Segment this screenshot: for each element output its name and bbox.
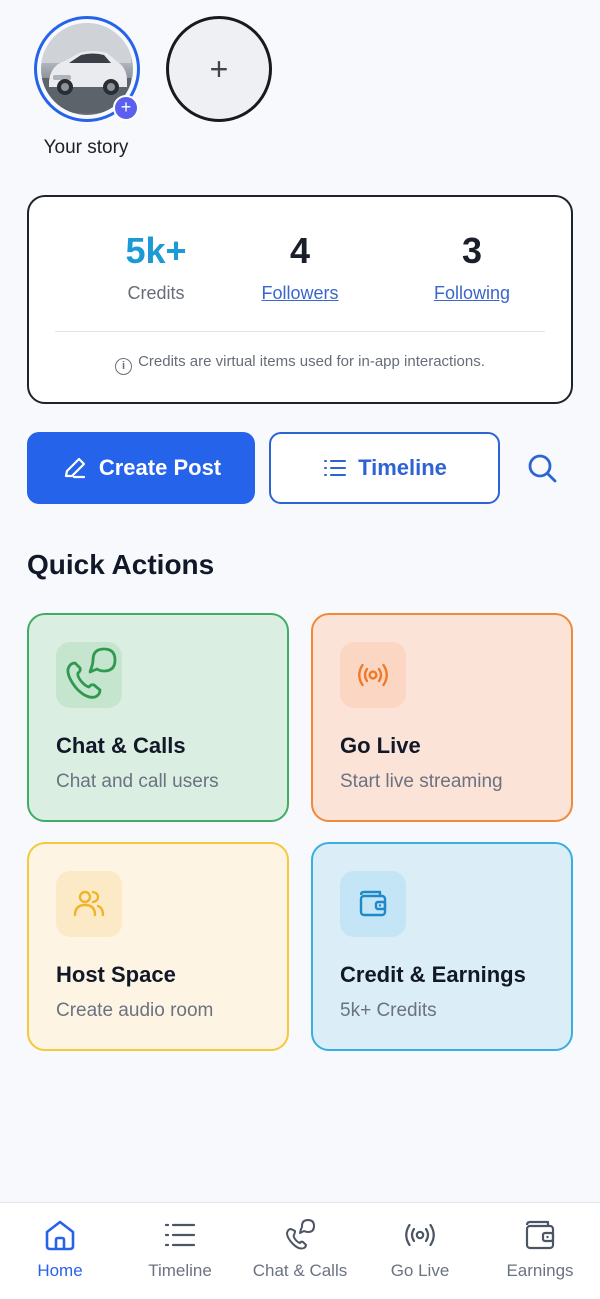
quick-action-go-live[interactable]: Go Live Start live streaming <box>311 613 573 822</box>
wallet-icon <box>525 1220 555 1250</box>
quick-action-credit-earnings[interactable]: Credit & Earnings 5k+ Credits <box>311 842 573 1051</box>
quick-action-subtitle: 5k+ Credits <box>340 1000 437 1021</box>
quick-action-title: Host Space <box>56 962 176 987</box>
users-icon-tile <box>56 871 122 937</box>
quick-action-subtitle: Create audio room <box>56 1000 214 1021</box>
broadcast-icon-tile <box>340 642 406 708</box>
stat-following: 3 Following <box>387 227 557 304</box>
credits-info-note: i Credits are virtual items used for in-a… <box>29 353 571 375</box>
wallet-icon <box>359 890 387 917</box>
followers-link[interactable]: Followers <box>215 283 385 304</box>
list-icon <box>324 460 347 476</box>
followers-value: 4 <box>289 230 311 271</box>
profile-stats-card: 5k+ Credits 4 Followers 3 Following i Cre… <box>27 195 573 404</box>
info-icon: i <box>115 358 133 375</box>
add-story-badge[interactable]: + <box>113 95 139 121</box>
broadcast-icon <box>358 663 388 687</box>
list-icon <box>164 1223 196 1247</box>
quick-action-subtitle: Start live streaming <box>340 771 503 792</box>
wallet-icon-tile <box>340 871 406 937</box>
quick-action-chat-calls[interactable]: Chat & Calls Chat and call users <box>27 613 289 822</box>
search-icon <box>528 454 557 483</box>
search-button[interactable] <box>524 450 560 486</box>
divider <box>55 331 545 332</box>
following-link[interactable]: Following <box>387 283 557 304</box>
plus-icon: + <box>209 50 229 87</box>
chat-call-icon <box>66 647 117 699</box>
home-icon <box>45 1220 75 1251</box>
quick-actions-title: Quick Actions <box>27 549 215 580</box>
quick-action-title: Credit & Earnings <box>340 962 526 987</box>
broadcast-icon <box>405 1223 435 1247</box>
nav-chat-calls-label: Chat & Calls <box>252 1261 348 1280</box>
users-icon <box>73 890 105 917</box>
nav-timeline[interactable]: Timeline <box>120 1217 240 1281</box>
quick-action-host-space[interactable]: Host Space Create audio room <box>27 842 289 1051</box>
create-post-button[interactable]: Create Post <box>27 432 255 504</box>
credits-info-text: Credits are virtual items used for in-ap… <box>138 353 485 370</box>
create-post-label: Create Post <box>98 455 222 480</box>
following-value: 3 <box>461 230 483 271</box>
chat-call-icon <box>286 1219 315 1250</box>
nav-earnings[interactable]: Earnings <box>480 1217 600 1281</box>
timeline-button[interactable]: Timeline <box>269 432 500 504</box>
pencil-icon <box>64 457 85 479</box>
nav-timeline-label: Timeline <box>148 1261 212 1280</box>
nav-home[interactable]: Home <box>0 1217 120 1281</box>
stories-row: + + Your story <box>0 0 600 175</box>
nav-home-label: Home <box>37 1261 83 1280</box>
new-story-button[interactable]: + <box>166 16 272 122</box>
nav-chat-calls[interactable]: Chat & Calls <box>240 1217 360 1281</box>
stat-followers: 4 Followers <box>215 227 385 304</box>
own-story-avatar[interactable]: + <box>34 16 140 122</box>
timeline-label: Timeline <box>358 455 447 480</box>
quick-action-subtitle: Chat and call users <box>56 771 219 792</box>
bottom-navigation: Home Timeline Chat & Calls Go Live Earni… <box>0 1202 600 1299</box>
quick-action-title: Chat & Calls <box>56 733 186 758</box>
nav-go-live[interactable]: Go Live <box>360 1217 480 1281</box>
nav-earnings-label: Earnings <box>506 1261 574 1280</box>
chat-call-icon-tile <box>56 642 122 708</box>
quick-action-title: Go Live <box>340 733 421 758</box>
your-story-label: Your story <box>43 137 129 158</box>
nav-go-live-label: Go Live <box>390 1261 450 1280</box>
